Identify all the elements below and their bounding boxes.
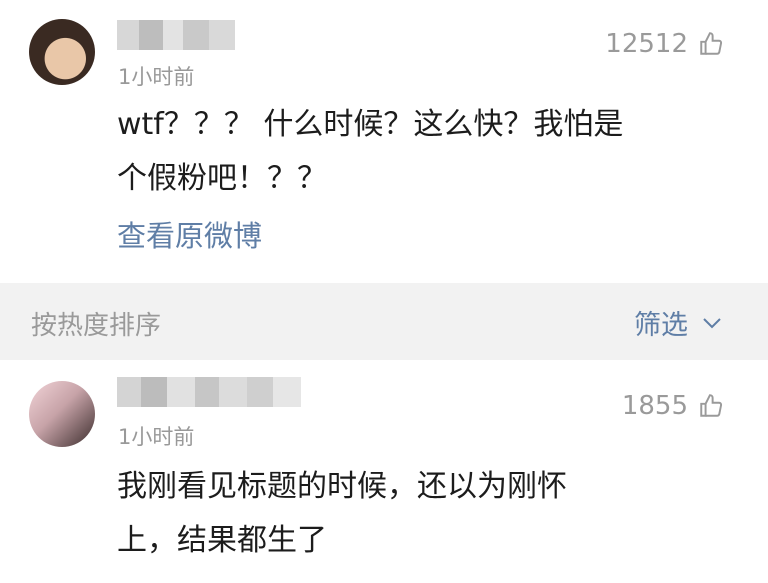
filter-label: 筛选 [634, 310, 688, 341]
comment-text: 我刚看见标题的时候，还以为刚怀 上，结果都生了 [117, 469, 567, 558]
like-count: 12512 [605, 29, 688, 59]
view-original-weibo-link[interactable]: 查看原微博 [117, 213, 262, 255]
like-button[interactable]: 1855 [622, 391, 724, 421]
username-blurred[interactable] [117, 377, 301, 407]
thumbs-up-icon [700, 32, 723, 55]
like-button[interactable]: 12512 [605, 29, 724, 59]
comment-text: wtf？？？ 什么时候？这么快？我怕是 个假粉吧！？？ [117, 107, 624, 196]
sort-bar: 按热度排序 筛选 [0, 283, 768, 360]
comment-time: 1小时前 [118, 425, 195, 449]
comment-card: 1小时前 12512 wtf？？？ 什么时候？这么快？我怕是 个假粉吧！？？ 查… [0, 0, 768, 283]
filter-button[interactable]: 筛选 [634, 303, 722, 342]
sort-by-hot-label[interactable]: 按热度排序 [31, 305, 161, 342]
avatar[interactable] [29, 19, 95, 85]
thumbs-up-icon [700, 394, 723, 417]
like-count: 1855 [621, 391, 688, 421]
avatar[interactable] [29, 381, 95, 447]
comment-time: 1小时前 [118, 65, 195, 89]
chevron-down-icon [703, 317, 721, 328]
comment-card: 1小时前 1855 我刚看见标题的时候，还以为刚怀 上，结果都生了 [0, 360, 768, 583]
username-blurred[interactable] [117, 20, 235, 50]
